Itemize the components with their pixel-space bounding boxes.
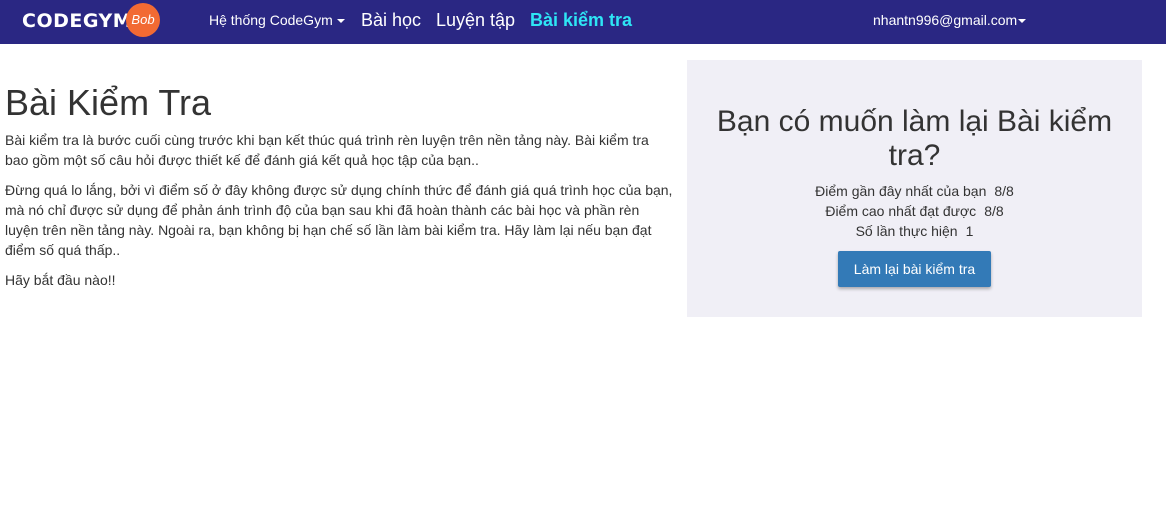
- user-account-dropdown[interactable]: nhantn996@gmail.com: [873, 0, 1027, 40]
- best-score-row: Điểm cao nhất đạt được 8/8: [687, 201, 1142, 221]
- attempts-row: Số lần thực hiện 1: [687, 221, 1142, 241]
- page-title: Bài Kiểm Tra: [5, 82, 212, 123]
- system-menu-dropdown[interactable]: Hệ thống CodeGym: [209, 0, 345, 40]
- best-score-label: Điểm cao nhất đạt được: [825, 203, 977, 219]
- nav-tests-link[interactable]: Bài kiểm tra: [530, 0, 632, 40]
- nav-practice-link[interactable]: Luyện tập: [436, 0, 515, 40]
- logo-badge: Bob: [126, 3, 160, 37]
- test-intro-section: Bài Kiểm Tra Bài kiểm tra là bước cuối c…: [5, 80, 675, 300]
- chevron-down-icon: [1018, 19, 1027, 24]
- retake-panel: Bạn có muốn làm lại Bài kiểm tra? Điểm g…: [687, 60, 1142, 317]
- latest-score-row: Điểm gần đây nhất của bạn 8/8: [687, 181, 1142, 201]
- retake-title: Bạn có muốn làm lại Bài kiểm tra?: [716, 105, 1113, 172]
- attempts-label: Số lần thực hiện: [855, 223, 958, 239]
- best-score-value: 8/8: [984, 203, 1004, 219]
- attempts-value: 1: [965, 223, 974, 239]
- chevron-down-icon: [336, 19, 345, 24]
- system-menu-label: Hệ thống CodeGym: [209, 12, 333, 28]
- logo-text: CODEGYM: [22, 10, 133, 32]
- latest-score-value: 8/8: [994, 183, 1014, 199]
- retake-test-button[interactable]: Làm lại bài kiểm tra: [838, 251, 991, 287]
- latest-score-label: Điểm gần đây nhất của bạn: [815, 183, 987, 199]
- nav-lessons-link[interactable]: Bài học: [361, 0, 421, 40]
- user-email: nhantn996@gmail.com: [873, 12, 1018, 28]
- top-navbar: CODEGYM Bob Hệ thống CodeGym Bài học Luy…: [0, 0, 1166, 44]
- intro-paragraph: Bài kiểm tra là bước cuối cùng trước khi…: [5, 132, 649, 168]
- reassurance-paragraph: Đừng quá lo lắng, bởi vì điểm số ở đây k…: [5, 182, 673, 258]
- start-paragraph: Hãy bắt đầu nào!!: [5, 272, 116, 288]
